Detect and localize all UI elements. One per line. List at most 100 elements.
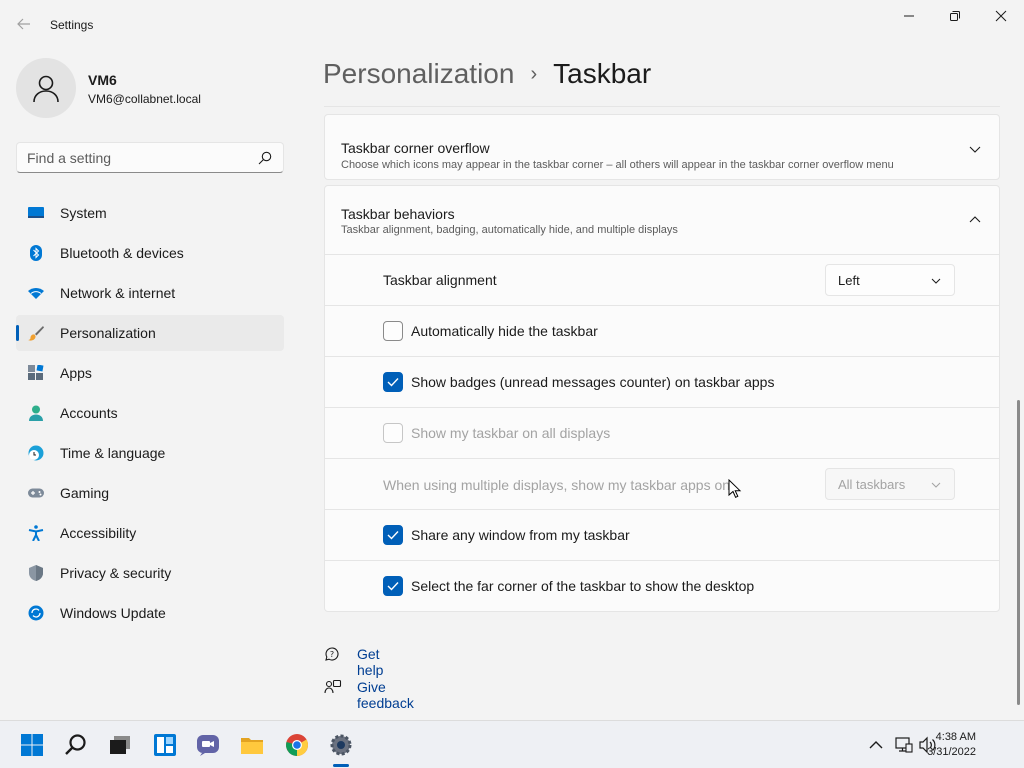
accessibility-icon	[28, 525, 44, 541]
sidebar-item-system[interactable]: System	[16, 195, 284, 231]
share-window-checkbox[interactable]	[383, 525, 403, 545]
sidebar-nav: System Bluetooth & devices Network & int…	[16, 195, 284, 635]
auto-hide-row[interactable]: Automatically hide the taskbar	[325, 305, 999, 356]
clock-date: 3/31/2022	[927, 746, 976, 758]
user-icon	[33, 75, 59, 103]
checkmark-icon	[387, 531, 399, 540]
sidebar-item-windows-update[interactable]: Windows Update	[16, 595, 284, 631]
sidebar-item-label: Apps	[60, 365, 92, 381]
sidebar-item-personalization[interactable]: Personalization	[16, 315, 284, 351]
sidebar-item-label: Gaming	[60, 485, 110, 501]
sidebar-item-privacy[interactable]: Privacy & security	[16, 555, 284, 591]
sidebar-item-label: Network & internet	[60, 285, 176, 301]
back-arrow-icon[interactable]	[14, 14, 34, 34]
sidebar-item-label: Privacy & security	[60, 565, 172, 581]
minimize-icon	[904, 15, 914, 17]
sidebar-item-label: Windows Update	[60, 605, 166, 621]
system-icon	[28, 207, 44, 218]
far-corner-row[interactable]: Select the far corner of the taskbar to …	[325, 560, 999, 611]
auto-hide-label: Automatically hide the taskbar	[411, 323, 598, 339]
close-button[interactable]	[978, 4, 1024, 28]
all-displays-checkbox	[383, 423, 403, 443]
search-icon[interactable]	[257, 150, 273, 166]
sidebar-item-time-language[interactable]: Time & language	[16, 435, 284, 471]
breadcrumb-parent-link[interactable]: Personalization	[323, 58, 514, 90]
settings-icon[interactable]	[329, 733, 353, 757]
task-view-icon[interactable]	[108, 733, 132, 757]
chevron-down-icon	[931, 278, 941, 284]
taskbar: 4:38 AM 3/31/2022	[0, 720, 1024, 768]
all-displays-label: Show my taskbar on all displays	[411, 425, 611, 441]
sidebar-item-accessibility[interactable]: Accessibility	[16, 515, 284, 551]
search-icon[interactable]	[64, 733, 88, 757]
brush-icon	[28, 326, 44, 341]
network-icon[interactable]	[895, 736, 913, 754]
taskbar-alignment-label: Taskbar alignment	[383, 272, 497, 288]
avatar[interactable]	[16, 58, 76, 118]
clock-globe-icon	[28, 445, 44, 461]
all-displays-row: Show my taskbar on all displays	[325, 407, 999, 458]
sidebar-item-bluetooth[interactable]: Bluetooth & devices	[16, 235, 284, 271]
help-chat-icon: ?	[325, 647, 339, 661]
get-help-label[interactable]: Get help	[357, 646, 383, 678]
card-title: Taskbar behaviors	[341, 206, 455, 222]
chevron-down-icon[interactable]	[967, 141, 983, 157]
shield-icon	[29, 565, 43, 581]
start-icon[interactable]	[20, 733, 44, 757]
give-feedback-label[interactable]: Give feedback	[357, 679, 414, 711]
card-description: Choose which icons may appear in the tas…	[341, 159, 894, 171]
taskbar-corner-overflow-card[interactable]: Taskbar corner overflow Choose which ico…	[324, 114, 1000, 180]
close-icon	[995, 10, 1007, 22]
accounts-icon	[29, 405, 43, 421]
multi-display-label: When using multiple displays, show my ta…	[383, 477, 731, 493]
gamepad-icon	[28, 488, 44, 498]
svg-text:?: ?	[330, 650, 334, 659]
checkmark-icon	[387, 582, 399, 591]
breadcrumb: Personalization › Taskbar	[323, 58, 651, 90]
file-explorer-icon[interactable]	[240, 733, 264, 757]
far-corner-label: Select the far corner of the taskbar to …	[411, 578, 755, 594]
sidebar-item-label: Personalization	[60, 325, 156, 341]
card-title: Taskbar corner overflow	[341, 140, 490, 156]
share-window-label: Share any window from my taskbar	[411, 527, 630, 543]
bluetooth-icon	[30, 245, 42, 261]
page-title: Taskbar	[553, 58, 652, 89]
scrollbar-thumb[interactable]	[1017, 400, 1020, 705]
sidebar-item-apps[interactable]: Apps	[16, 355, 284, 391]
sidebar-item-gaming[interactable]: Gaming	[16, 475, 284, 511]
active-app-indicator	[333, 764, 349, 767]
system-clock[interactable]: 4:38 AM 3/31/2022	[927, 730, 976, 760]
auto-hide-checkbox[interactable]	[383, 321, 403, 341]
dropdown-value: All taskbars	[838, 477, 906, 492]
minimize-button[interactable]	[886, 4, 932, 28]
restore-icon	[950, 11, 960, 21]
sidebar-item-label: Bluetooth & devices	[60, 245, 184, 261]
sidebar-item-accounts[interactable]: Accounts	[16, 395, 284, 431]
divider	[324, 106, 1000, 107]
far-corner-checkbox[interactable]	[383, 576, 403, 596]
main-content: Taskbar corner overflow Choose which ico…	[324, 106, 1000, 612]
chevron-up-icon[interactable]	[867, 736, 885, 754]
sidebar-item-label: Accounts	[60, 405, 118, 421]
clock-time: 4:38 AM	[935, 731, 976, 743]
badges-checkbox[interactable]	[383, 372, 403, 392]
sidebar-item-network[interactable]: Network & internet	[16, 275, 284, 311]
widgets-icon[interactable]	[153, 733, 177, 757]
taskbar-behaviors-header[interactable]: Taskbar behaviors Taskbar alignment, bad…	[325, 186, 999, 254]
sidebar-item-label: Time & language	[60, 445, 166, 461]
maximize-button[interactable]	[932, 4, 978, 28]
taskbar-behaviors-card: Taskbar behaviors Taskbar alignment, bad…	[324, 185, 1000, 612]
badges-row[interactable]: Show badges (unread messages counter) on…	[325, 356, 999, 407]
update-icon	[28, 605, 44, 621]
chrome-icon[interactable]	[285, 733, 309, 757]
dropdown-value: Left	[838, 273, 860, 288]
share-window-row[interactable]: Share any window from my taskbar	[325, 509, 999, 560]
mouse-cursor-icon	[728, 479, 742, 498]
sidebar-item-label: Accessibility	[60, 525, 137, 541]
chevron-up-icon[interactable]	[967, 212, 983, 228]
chat-icon[interactable]	[196, 733, 220, 757]
search-input[interactable]	[27, 149, 247, 167]
taskbar-alignment-dropdown[interactable]: Left	[825, 264, 955, 296]
search-box[interactable]	[16, 142, 284, 173]
apps-icon	[28, 365, 44, 380]
